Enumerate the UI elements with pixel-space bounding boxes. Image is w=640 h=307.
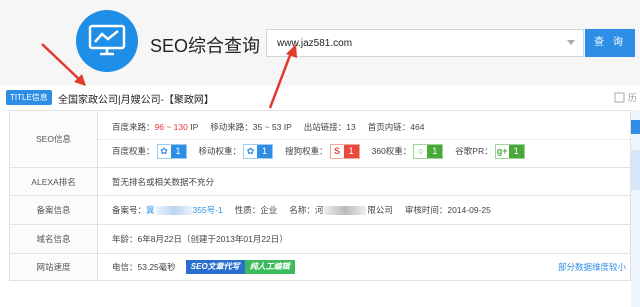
table-row: SEO信息 百度来路： 96 ~ 130 IP 移动来路： 35 ~ 53 IP… [9, 110, 631, 168]
icp-name-label: 名称： [289, 205, 315, 215]
title-text: 全国家政公司|月嫂公司-【聚政网】 [58, 95, 214, 106]
icp-nature: 性质： 企业 [235, 204, 278, 216]
paw-icon: ✿ [246, 145, 255, 156]
mobile-traffic-value[interactable]: 35 ~ 53 IP [253, 122, 292, 132]
so360-weight-badge[interactable]: ○ 1 [413, 143, 444, 159]
speed-telecom: 电信：53.25毫秒 [112, 262, 176, 272]
sogou-weight-label: 搜狗权重： [285, 146, 328, 156]
home-links: 首页内链： 464 [368, 121, 425, 133]
360-icon: ○ [418, 145, 424, 156]
outlinks-label: 出站链接： [303, 122, 347, 132]
alexa-cell: 暂无排名或相关数据不充分 [97, 167, 631, 196]
domain-age-label: 年龄： [112, 234, 138, 244]
google-pr: 谷歌PR： g+ 1 [455, 143, 525, 159]
domain-age-value: 6年8月22日 [137, 234, 182, 244]
so360-weight-label: 360权重： [371, 146, 412, 156]
icp-cell: 备案号： 冀 355号-1 性质： 企业 名称： 河 限公司 审核时间： 201… [97, 195, 631, 225]
baidu-traffic: 百度来路： 96 ~ 130 IP [112, 121, 198, 133]
table-row: ALEXA排名 暂无排名或相关数据不充分 [9, 167, 631, 196]
icp-audit-value: 2014-09-25 [447, 205, 491, 215]
history-icon[interactable] [614, 92, 625, 103]
icp-record: 备案号： 冀 355号-1 [112, 204, 223, 216]
mobile-weight-badge[interactable]: ✿ 1 [243, 143, 274, 159]
baidu-traffic-unit: IP [190, 122, 199, 132]
icp-record-blur [155, 205, 192, 215]
table-row: 域名信息 年龄： 6年8月22日 （创建于2013年01月22日） [9, 224, 631, 254]
so360-weight: 360权重： ○ 1 [371, 143, 444, 159]
side-strip-marker[interactable] [631, 120, 640, 134]
google-pr-value: 1 [508, 144, 524, 158]
title-row: TITLE信息 全国家政公司|月嫂公司-【聚政网】 历 [0, 86, 640, 108]
paw-icon: ✿ [160, 145, 168, 156]
icp-nature-value: 企业 [260, 205, 278, 215]
google-pr-badge[interactable]: g+ 1 [494, 143, 525, 159]
icp-record-suffix[interactable]: 355号-1 [193, 204, 223, 216]
more-data-link[interactable]: 部分数据维度较小 [558, 261, 626, 273]
baidu-weight-label: 百度权重： [112, 146, 155, 156]
sogou-weight-badge[interactable]: S1 [329, 143, 360, 159]
mobile-weight-label: 移动权重： [198, 146, 242, 156]
home-links-value[interactable]: 464 [410, 122, 424, 132]
outlinks-value[interactable]: 13 [346, 122, 355, 132]
side-strip [631, 110, 640, 307]
speed-cell: 电信：53.25毫秒 SEO文章代写 纯人工编辑 部分数据维度较小 [97, 253, 631, 281]
history-link[interactable]: 历 [628, 91, 637, 104]
row-label-seo: SEO信息 [9, 110, 98, 168]
google-pr-label: 谷歌PR： [455, 146, 493, 156]
sogou-icon: S [334, 145, 341, 156]
icp-record-label: 备案号： [112, 205, 147, 215]
side-strip-block [631, 150, 640, 190]
baidu-traffic-value[interactable]: 96 ~ 130 [155, 122, 188, 132]
icp-name: 名称： 河 限公司 [289, 204, 393, 216]
icp-line: 备案号： 冀 355号-1 性质： 企业 名称： 河 限公司 审核时间： 201… [98, 199, 630, 222]
red-arrow-icon [41, 43, 86, 86]
header: SEO综合查询 www.jaz581.com 查 询 [0, 0, 640, 86]
sogou-weight: 搜狗权重： S1 [285, 143, 360, 159]
chevron-down-icon[interactable] [567, 40, 575, 45]
domain-created: （创建于2013年01月22日） [181, 234, 288, 244]
icp-audit-label: 审核时间： [404, 205, 448, 215]
domain-cell: 年龄： 6年8月22日 （创建于2013年01月22日） [97, 224, 631, 254]
seo-cell: 百度来路： 96 ~ 130 IP 移动来路： 35 ~ 53 IP 出站链接：… [97, 110, 631, 168]
so360-weight-value: 1 [427, 144, 443, 158]
table-row: 备案信息 备案号： 冀 355号-1 性质： 企业 名称： 河 限公司 审核时间… [9, 195, 631, 225]
icp-name-blur [324, 205, 367, 215]
icp-name-prefix: 河 [314, 205, 324, 215]
baidu-traffic-label: 百度来路： [112, 122, 155, 132]
google-plus-icon: g+ [496, 145, 508, 156]
banner-manual-edit[interactable]: 纯人工编辑 [244, 260, 295, 274]
baidu-weight: 百度权重： ✿ 1 [112, 143, 187, 159]
home-links-label: 首页内链： [367, 122, 411, 132]
row-label-speed: 网站速度 [9, 253, 98, 281]
title-tag: TITLE信息 [6, 90, 52, 105]
mobile-traffic: 移动来路： 35 ~ 53 IP [210, 121, 292, 133]
outlinks: 出站链接： 13 [304, 121, 356, 133]
search-input[interactable]: www.jaz581.com [266, 29, 584, 57]
row-label-domain: 域名信息 [9, 224, 98, 254]
seo-ad-banner[interactable]: SEO文章代写 纯人工编辑 [185, 260, 295, 274]
row-label-icp: 备案信息 [9, 195, 98, 225]
alexa-text: 暂无排名或相关数据不充分 [112, 176, 215, 187]
banner-seo-writing[interactable]: SEO文章代写 [185, 260, 245, 274]
baidu-weight-value: 1 [170, 144, 186, 158]
chart-monitor-icon [88, 24, 126, 56]
icp-name-suffix: 限公司 [367, 205, 393, 215]
row-label-alexa: ALEXA排名 [9, 167, 98, 196]
icp-audit: 审核时间： 2014-09-25 [405, 204, 491, 216]
sogou-weight-value: 1 [343, 144, 359, 158]
domain-line: 年龄： 6年8月22日 （创建于2013年01月22日） [98, 228, 630, 251]
page-title: SEO综合查询 [150, 36, 261, 56]
speed-line: 电信：53.25毫秒 SEO文章代写 纯人工编辑 部分数据维度较小 [98, 256, 630, 279]
seo-table: SEO信息 百度来路： 96 ~ 130 IP 移动来路： 35 ~ 53 IP… [9, 110, 631, 281]
mobile-weight-value: 1 [257, 144, 273, 158]
icp-record-prefix[interactable]: 冀 [146, 204, 155, 216]
baidu-weight-badge[interactable]: ✿ 1 [156, 143, 187, 159]
mobile-weight: 移动权重： ✿ 1 [198, 143, 274, 159]
seo-line-1: 百度来路： 96 ~ 130 IP 移动来路： 35 ~ 53 IP 出站链接：… [98, 116, 630, 139]
mobile-traffic-label: 移动来路： [210, 122, 253, 132]
table-row: 网站速度 电信：53.25毫秒 SEO文章代写 纯人工编辑 部分数据维度较小 [9, 253, 631, 281]
seo-line-2: 百度权重： ✿ 1 移动权重： ✿ 1 搜狗权重： S1 360权重： ○ 1 谷歌P… [98, 138, 630, 163]
search-button[interactable]: 查 询 [585, 29, 635, 57]
icp-nature-label: 性质： [234, 205, 261, 215]
